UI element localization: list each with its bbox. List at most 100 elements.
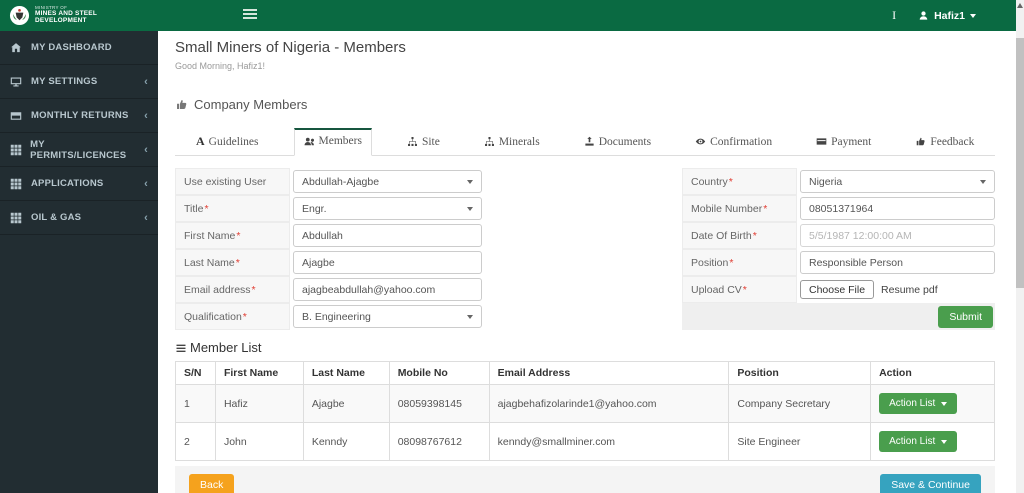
country-select[interactable]: Nigeria (800, 170, 995, 193)
tab-label: Feedback (930, 135, 975, 148)
column-header: Action (870, 361, 995, 385)
tab-label: Confirmation (710, 135, 773, 148)
chevron-down-icon (467, 315, 473, 319)
column-header: First Name (214, 361, 304, 385)
label-position: Position * (682, 249, 797, 276)
column-header: Position (728, 361, 872, 385)
label-qualification: Qualification * (175, 303, 290, 330)
back-button[interactable]: Back (189, 474, 235, 493)
form-row-position: Position * (682, 249, 995, 276)
label-country: Country * (682, 168, 797, 195)
tab-bar: A Guidelines Members Site Minerals Documents C… (175, 127, 995, 156)
field-position (797, 249, 995, 276)
action-list-label: Action List (889, 398, 936, 409)
table-cell: 2 (175, 422, 216, 461)
settings-icon (10, 76, 23, 88)
form-row-last-name: Last Name * (175, 249, 482, 276)
required-asterisk: * (251, 283, 256, 296)
vertical-scrollbar[interactable] (1016, 0, 1024, 493)
chevron-down-icon (970, 13, 976, 18)
table-cell: 1 (175, 384, 216, 423)
tab-guidelines[interactable]: A Guidelines (187, 128, 268, 156)
sidebar-item-my-permits-licences[interactable]: MY PERMITS/LICENCES ‹ (0, 133, 158, 167)
column-header: Last Name (302, 361, 390, 385)
chevron-left-icon: ‹ (144, 75, 148, 88)
sidebar-item-applications[interactable]: APPLICATIONS ‹ (0, 167, 158, 201)
member-list-title: Member List (190, 340, 262, 355)
sidebar-item-label: MONTHLY RETURNS (31, 110, 129, 121)
submit-button[interactable]: Submit (938, 305, 993, 328)
scrollbar-up-arrow-icon[interactable] (1017, 3, 1023, 8)
top-header: MINISTRY OF MINES AND STEEL DEVELOPMENT … (0, 0, 1024, 31)
table-cell: Hafiz (214, 384, 304, 423)
tab-documents[interactable]: Documents (575, 128, 660, 156)
i-beam-icon[interactable]: I (892, 8, 896, 23)
form-row-date-of-birth: Date Of Birth * (682, 222, 995, 249)
upload-cv-choose-file-button[interactable]: Choose File (800, 280, 875, 299)
tab-feedback[interactable]: Feedback (906, 128, 983, 156)
sidebar-item-my-settings[interactable]: MY SETTINGS ‹ (0, 65, 158, 99)
user-menu-label: Hafiz1 (934, 9, 965, 22)
table-cell: kenndy@smallminer.com (488, 422, 730, 461)
upload-cv-filename: Resume pdf (881, 283, 938, 296)
member-form: Use existing User Abdullah-Ajagbe Title * En… (175, 168, 995, 330)
chevron-down-icon (941, 401, 948, 406)
column-header: Mobile No (388, 361, 490, 385)
upload-icon (584, 136, 595, 147)
tab-members[interactable]: Members (293, 128, 372, 156)
scrollbar-thumb[interactable] (1016, 38, 1024, 288)
selected-value: Engr. (302, 202, 327, 215)
sidebar-nav: MY DASHBOARD MY SETTINGS ‹ MONTHLY RETURNS ‹… (0, 31, 158, 493)
sidebar-item-oil-gas[interactable]: OIL & GAS ‹ (0, 201, 158, 235)
chevron-down-icon (467, 207, 473, 211)
form-right-column: Country* Nigeria Mobile Number*Date Of Bir… (682, 168, 995, 330)
applications-icon (10, 178, 23, 190)
tab-confirmation[interactable]: Confirmation (686, 128, 781, 156)
oil-gas-icon (10, 212, 23, 224)
save-continue-button[interactable]: Save & Continue (880, 474, 981, 493)
last-name-input[interactable] (293, 251, 482, 274)
field-use-existing-user: Abdullah-Ajagbe (290, 168, 482, 195)
tab-site[interactable]: Site (398, 128, 449, 156)
sidebar-item-my-dashboard[interactable]: MY DASHBOARD (0, 31, 158, 65)
field-mobile-number (797, 195, 995, 222)
title-select[interactable]: Engr. (293, 197, 482, 220)
ministry-logo[interactable]: MINISTRY OF MINES AND STEEL DEVELOPMENT (0, 5, 158, 26)
tab-payment[interactable]: Payment (807, 128, 880, 156)
date-of-birth-input[interactable] (800, 224, 995, 247)
mobile-number-input[interactable] (800, 197, 995, 220)
section-title: Company Members (194, 97, 308, 112)
user-icon (918, 10, 929, 21)
tab-label: Guidelines (208, 135, 259, 148)
table-cell-action: Action List (870, 384, 995, 423)
permits-icon (10, 144, 22, 156)
sidebar-item-label: MY SETTINGS (31, 76, 98, 87)
tab-label: Site (421, 135, 440, 148)
chevron-left-icon: ‹ (144, 109, 148, 122)
table-row: 1 Hafiz Ajagbe 08059398145 ajagbehafizolarin… (175, 384, 995, 423)
field-email-address (290, 276, 482, 303)
required-asterisk: * (728, 175, 733, 188)
email-address-input[interactable] (293, 278, 482, 301)
required-asterisk: * (763, 202, 768, 215)
qualification-select[interactable]: B. Engineering (293, 305, 482, 328)
sidebar-item-label: MY DASHBOARD (31, 42, 112, 53)
tab-minerals[interactable]: Minerals (475, 128, 549, 156)
label-last-name: Last Name * (175, 249, 290, 276)
use-existing-user-select[interactable]: Abdullah-Ajagbe (293, 170, 482, 193)
sitemap-icon (407, 136, 418, 147)
user-menu[interactable]: Hafiz1 (918, 10, 976, 22)
position-input[interactable] (800, 251, 995, 274)
brand-text: MINISTRY OF MINES AND STEEL DEVELOPMENT (35, 6, 97, 24)
first-name-input[interactable] (293, 224, 482, 247)
sidebar-item-monthly-returns[interactable]: MONTHLY RETURNS ‹ (0, 99, 158, 133)
thumbs-up-icon (175, 98, 188, 111)
app-window: MINISTRY OF MINES AND STEEL DEVELOPMENT … (0, 0, 1024, 493)
submit-row: Submit (682, 303, 995, 330)
form-row-upload-cv: Upload CV * Choose File Resume pdf (682, 276, 995, 303)
action-list-button[interactable]: Action List (879, 431, 958, 452)
action-list-button[interactable]: Action List (879, 393, 958, 414)
sidebar-toggle-hamburger-icon[interactable] (243, 9, 257, 21)
member-table: S/N First Name Last Name Mobile No Email Add… (175, 361, 995, 461)
label-use-existing-user: Use existing User (175, 168, 290, 195)
